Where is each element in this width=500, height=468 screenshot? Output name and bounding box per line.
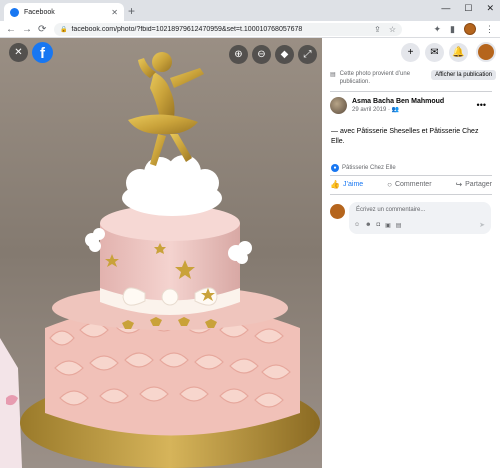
gif-icon[interactable]: ▣ — [385, 222, 391, 229]
tag-icon: ● — [331, 164, 339, 172]
photo-side-panel: + ✉ 🔔 ▤ Cette photo provient d’une publi… — [322, 38, 500, 468]
comment-composer: Écrivez un commentaire... ☺ ☻ ◘ ▣ ▤ ➤ — [330, 202, 491, 234]
comment-icon: ○ — [387, 180, 392, 189]
star-icon[interactable]: ☆ — [389, 25, 396, 34]
messenger-icon[interactable]: ✉ — [425, 43, 444, 62]
minimize-icon[interactable]: — — [441, 3, 450, 14]
close-window-icon[interactable]: ✕ — [486, 3, 494, 14]
camera-icon[interactable]: ◘ — [376, 222, 380, 229]
comment-label: Commenter — [394, 181, 432, 188]
info-icon: ▤ — [330, 72, 336, 78]
browser-tab-bar: Facebook ✕ + — ☐ ✕ — [0, 0, 500, 21]
user-avatar — [330, 204, 345, 219]
divider — [330, 175, 492, 176]
reload-icon[interactable]: ⟳ — [38, 23, 46, 36]
extension-icons: ✦ ▮ ⋮ — [434, 23, 494, 35]
address-bar[interactable]: 🔒 facebook.com/photo/?fbid=1021897961247… — [54, 23, 402, 36]
zoom-out-icon[interactable]: ⊖ — [252, 45, 271, 64]
account-avatar[interactable] — [476, 42, 496, 62]
share-icon[interactable]: ⇪ — [374, 25, 381, 34]
zoom-in-icon[interactable]: ⊕ — [229, 45, 248, 64]
tab-close-icon[interactable]: ✕ — [111, 8, 118, 17]
comment-button[interactable]: ○ Commenter — [387, 180, 431, 189]
lock-icon: 🔒 — [60, 27, 68, 33]
post-date-text[interactable]: 29 avril 2019 · — [352, 107, 392, 113]
sidebar-icon[interactable]: ▮ — [450, 24, 455, 35]
tagged-page-name[interactable]: Pâtisserie Chez Elle — [342, 165, 396, 171]
url-text[interactable]: facebook.com/photo/?fbid=102189796124709… — [71, 26, 366, 33]
audience-icon: 👥 — [391, 107, 400, 113]
post-caption: — avec Pâtisserie Sheselles et Pâtisseri… — [331, 128, 479, 145]
tab-title: Facebook — [24, 8, 55, 16]
cake-photo — [0, 38, 322, 468]
facebook-logo-icon[interactable]: f — [32, 42, 53, 63]
create-plus-icon[interactable]: + — [401, 43, 420, 62]
notifications-bell-icon[interactable]: 🔔 — [449, 43, 468, 62]
show-post-button[interactable]: Afficher la publication — [431, 70, 496, 80]
share-button[interactable]: ↪ Partager — [455, 180, 492, 189]
post-author: Asma Bacha Ben Mahmoud 29 avril 2019 · 👥 — [330, 97, 444, 114]
post-date: 29 avril 2019 · 👥 — [352, 106, 444, 113]
forward-icon[interactable]: → — [22, 23, 32, 36]
window-controls: — ☐ ✕ — [441, 3, 494, 14]
share-arrow-icon: ↪ — [455, 180, 463, 189]
maximize-icon[interactable]: ☐ — [464, 3, 472, 14]
author-avatar[interactable] — [330, 97, 347, 114]
like-button[interactable]: 👍 J’aime — [330, 180, 363, 189]
facebook-favicon-icon — [10, 7, 19, 17]
post-actions: 👍 J’aime ○ Commenter ↪ Partager — [330, 180, 492, 189]
emoji-icon[interactable]: ☺ — [354, 222, 360, 229]
more-options-icon[interactable]: ••• — [477, 100, 486, 110]
share-label: Partager — [465, 181, 492, 188]
comment-placeholder: Écrivez un commentaire... — [356, 207, 426, 213]
notice-text: Cette photo provient d’une publication. — [339, 71, 411, 85]
tagged-page[interactable]: ● Pâtisserie Chez Elle — [331, 164, 396, 172]
browser-toolbar: ← → ⟳ 🔒 facebook.com/photo/?fbid=1021897… — [0, 21, 500, 38]
comment-input[interactable]: Écrivez un commentaire... ☺ ☻ ◘ ▣ ▤ ➤ — [349, 202, 491, 234]
sticker-icon[interactable]: ▤ — [396, 222, 402, 229]
new-tab-button[interactable]: + — [128, 4, 135, 18]
thumbs-up-icon: 👍 — [330, 180, 340, 189]
browser-tab[interactable]: Facebook ✕ — [4, 3, 124, 21]
divider — [330, 194, 492, 195]
tag-icon[interactable]: ◆ — [275, 45, 294, 64]
profile-avatar[interactable] — [464, 23, 476, 35]
author-name[interactable]: Asma Bacha Ben Mahmoud — [352, 98, 444, 105]
puzzle-icon[interactable]: ✦ — [434, 24, 442, 35]
divider — [330, 91, 492, 92]
fullscreen-icon[interactable]: ⤢ — [298, 45, 317, 64]
back-icon[interactable]: ← — [6, 23, 16, 36]
photo-viewer: ✕ f ⊕ ⊖ ◆ ⤢ — [0, 38, 322, 468]
avatar-sticker-icon[interactable]: ☻ — [365, 222, 371, 229]
send-icon[interactable]: ➤ — [479, 221, 485, 229]
like-label: J’aime — [342, 181, 364, 188]
panel-top-bar: + ✉ 🔔 — [322, 38, 500, 68]
menu-icon[interactable]: ⋮ — [485, 24, 494, 35]
post-origin-notice: ▤ Cette photo provient d’une publication… — [330, 70, 496, 86]
comment-tools: ☺ ☻ ◘ ▣ ▤ — [354, 222, 401, 229]
close-icon[interactable]: ✕ — [9, 43, 28, 62]
